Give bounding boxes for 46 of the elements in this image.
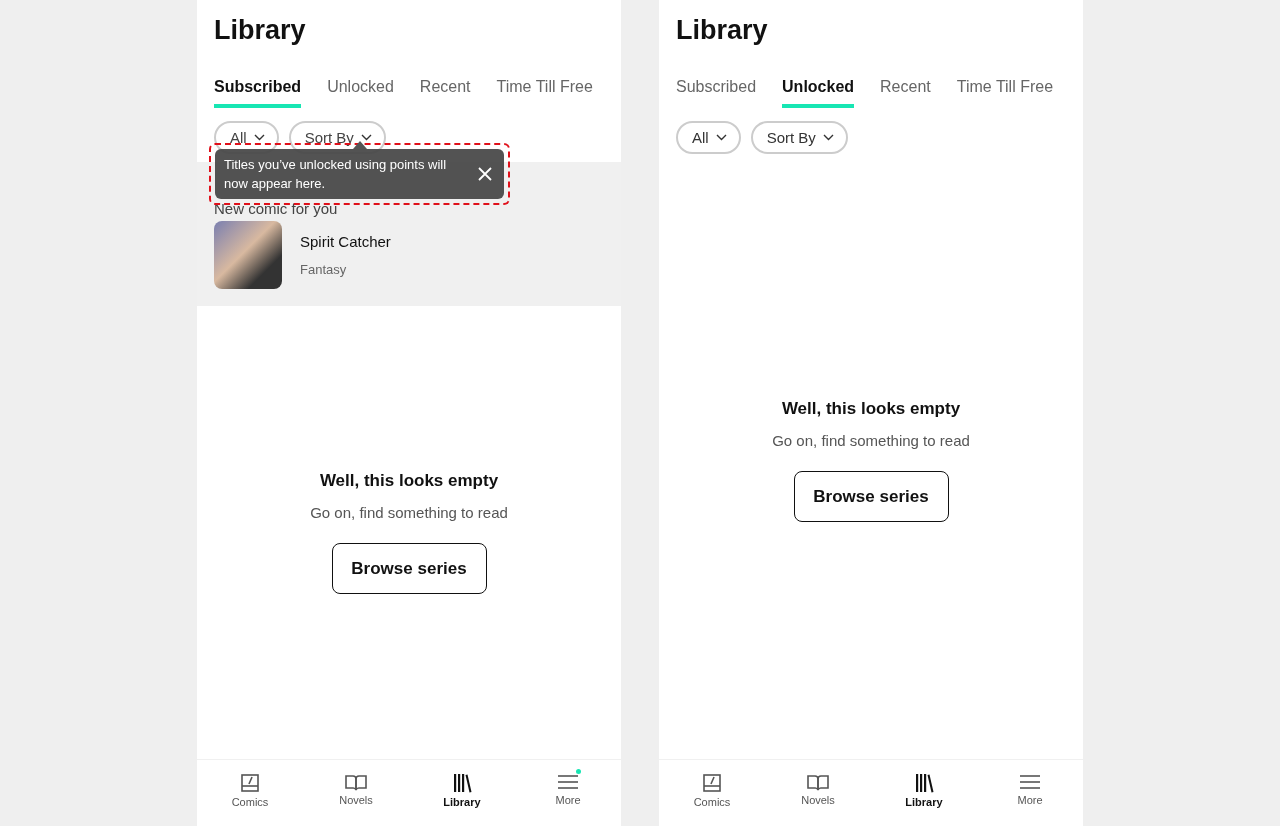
tab[interactable]: Time Till Free <box>956 78 1054 108</box>
nav-item[interactable]: Comics <box>659 760 765 826</box>
nav-item[interactable]: More <box>515 760 621 826</box>
browse-button[interactable]: Browse series <box>331 543 487 594</box>
tab[interactable]: Unlocked <box>327 78 394 108</box>
empty-subtitle: Go on, find something to read <box>772 432 970 449</box>
tab[interactable]: Subscribed <box>676 78 757 108</box>
book-icon <box>345 773 367 791</box>
tab[interactable]: Unlocked <box>782 78 855 108</box>
menu-icon <box>1019 773 1041 791</box>
tooltip-arrow <box>353 141 367 149</box>
tab[interactable]: Time Till Free <box>496 78 593 108</box>
browse-button[interactable]: Browse series <box>793 471 949 522</box>
comics-icon <box>702 773 722 793</box>
nav-item[interactable]: Library <box>409 760 515 826</box>
chevron-down-icon <box>715 134 727 141</box>
nav-item[interactable]: Novels <box>765 760 871 826</box>
library-icon <box>452 773 472 793</box>
nav-item[interactable]: Library <box>871 760 977 826</box>
empty-title: Well, this looks empty <box>781 399 961 419</box>
chevron-down-icon <box>822 134 834 141</box>
filter-dropdown[interactable]: All <box>676 121 741 154</box>
page-title: Library <box>676 14 769 46</box>
menu-icon <box>557 773 579 791</box>
nav-item[interactable]: Novels <box>303 760 409 826</box>
book-icon <box>807 773 829 791</box>
page-title: Library <box>214 14 307 46</box>
empty-subtitle: Go on, find something to read <box>310 504 508 521</box>
series-title[interactable]: Spirit Catcher <box>300 233 391 250</box>
tab[interactable]: Recent <box>880 78 931 108</box>
filter-dropdown[interactable]: Sort By <box>750 121 848 154</box>
nav-item[interactable]: More <box>977 760 1083 826</box>
close-button[interactable] <box>478 167 492 181</box>
tab[interactable]: Recent <box>419 78 471 108</box>
tooltip-text: Titles you’ve unlocked using points will now appear here. <box>224 156 448 193</box>
chevron-down-icon <box>360 134 372 141</box>
photo-placeholder[interactable] <box>214 221 282 289</box>
nav-item[interactable]: Comics <box>197 760 303 826</box>
empty-title: Well, this looks empty <box>319 471 499 491</box>
close-icon <box>478 167 492 181</box>
section-heading: New comic for you <box>214 200 339 217</box>
series-genre: Fantasy <box>300 262 348 277</box>
chevron-down-icon <box>253 134 265 141</box>
tab[interactable]: Subscribed <box>214 78 302 108</box>
library-icon <box>914 773 934 793</box>
comics-icon <box>240 773 260 793</box>
